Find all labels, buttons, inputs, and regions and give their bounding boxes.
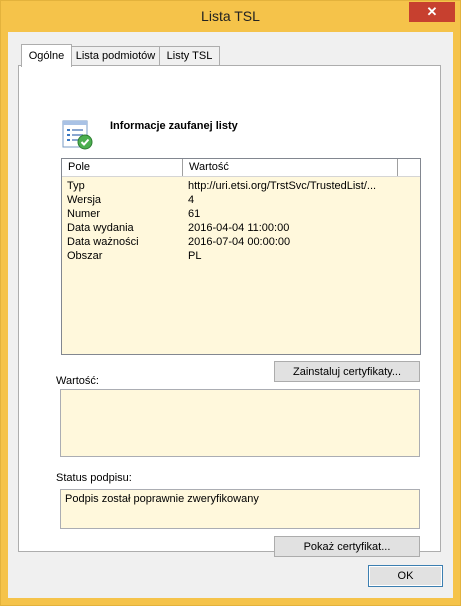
cell-field: Wersja — [67, 194, 102, 206]
cell-value: 2016-04-04 11:00:00 — [188, 222, 290, 234]
listview-header: Pole Wartość — [62, 159, 420, 177]
cell-field: Numer — [67, 208, 101, 220]
signature-status-label: Status podpisu: — [56, 472, 132, 484]
cell-field: Data ważności — [67, 236, 139, 248]
cell-field: Typ — [67, 180, 85, 192]
signature-status-field[interactable]: Podpis został poprawnie zweryfikowany — [60, 489, 420, 529]
tab-ogolne[interactable]: Ogólne — [21, 44, 72, 67]
value-field[interactable] — [60, 389, 420, 457]
column-header-filler — [398, 159, 420, 176]
tab-panel-ogolne: Informacje zaufanej listy Pole Wartość T… — [18, 65, 441, 557]
show-certificate-button[interactable]: Pokaż certyfikat... — [274, 536, 420, 557]
cell-value: 2016-07-04 00:00:00 — [188, 236, 291, 248]
cell-value: http://uri.etsi.org/TrstSvc/TrustedList/… — [188, 180, 377, 192]
cell-value: 4 — [188, 194, 195, 206]
certificate-list-icon — [62, 120, 93, 150]
tab-lista-podmiotow[interactable]: Lista podmiotów — [71, 46, 160, 66]
section-title: Informacje zaufanej listy — [110, 120, 238, 132]
value-label: Wartość: — [56, 375, 99, 387]
cell-field: Obszar — [67, 250, 103, 262]
close-button[interactable]: ✕ — [409, 2, 455, 22]
window-title: Lista TSL — [201, 8, 260, 24]
cell-field: Data wydania — [67, 222, 134, 234]
title-bar[interactable]: Lista TSL ✕ — [1, 1, 460, 32]
install-certificates-button[interactable]: Zainstaluj certyfikaty... — [274, 361, 420, 382]
cell-value: PL — [188, 250, 202, 262]
tab-listy-tsl[interactable]: Listy TSL — [159, 46, 220, 66]
dialog-window: Lista TSL ✕ Ogólne Lista podmiotów Listy… — [0, 0, 461, 606]
column-header-pole[interactable]: Pole — [62, 159, 183, 176]
cell-value: 61 — [188, 208, 201, 220]
column-header-wartosc[interactable]: Wartość — [183, 159, 398, 176]
dialog-client-area: Ogólne Lista podmiotów Listy TSL Informa… — [8, 32, 453, 598]
fields-listview[interactable]: Pole Wartość Typ http://uri.etsi.org/Trs… — [61, 158, 421, 355]
ok-button[interactable]: OK — [368, 565, 443, 587]
